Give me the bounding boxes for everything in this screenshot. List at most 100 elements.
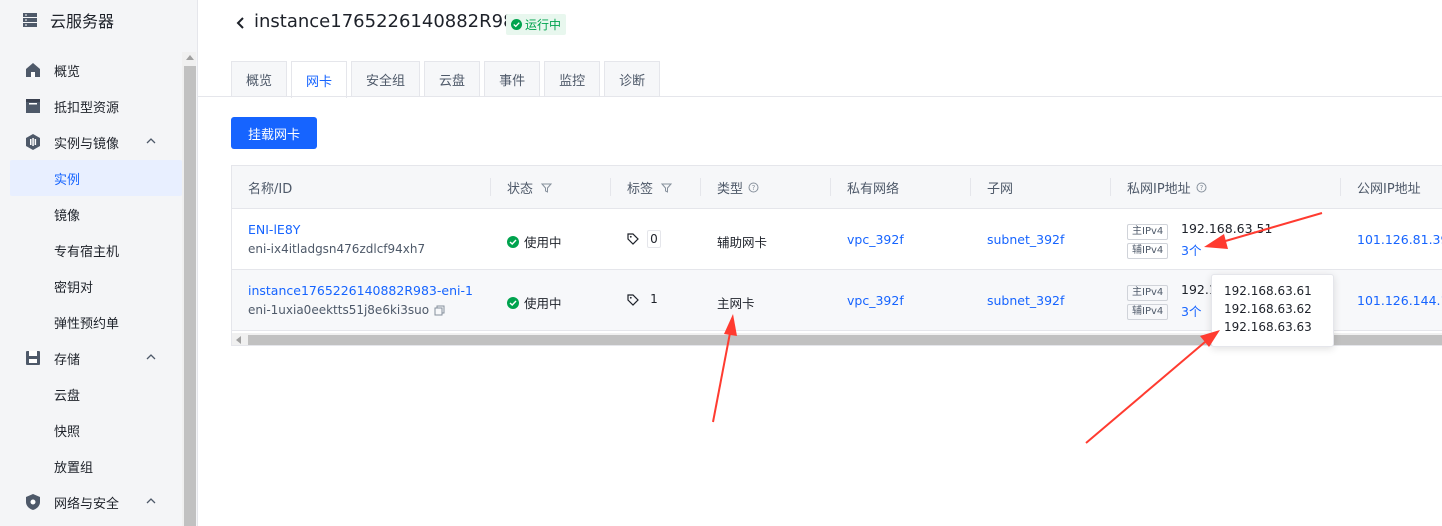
help-icon[interactable]: ?	[748, 182, 759, 193]
sidebar-item-deduction[interactable]: 抵扣型资源	[0, 88, 182, 124]
scroll-up-arrow-icon[interactable]	[186, 55, 194, 60]
sidebar-item-reservation[interactable]: 弹性预约单	[0, 304, 182, 340]
sidebar-item-cloud-disk[interactable]: 云盘	[0, 376, 182, 412]
shield-icon	[26, 494, 40, 510]
chevron-up-icon[interactable]	[146, 136, 156, 146]
column-header-name: 名称/ID	[248, 182, 293, 197]
secondary-ip-count-link[interactable]: 3个	[1181, 240, 1201, 259]
tab-cloud-disk[interactable]: 云盘	[424, 61, 481, 97]
secondary-ip-popover: 192.168.63.61 192.168.63.62 192.168.63.6…	[1211, 274, 1334, 347]
status-label: 运行中	[525, 18, 562, 32]
nic-tags[interactable]: 1	[627, 291, 661, 309]
nic-status: 使用中	[507, 232, 562, 251]
filter-icon[interactable]	[541, 182, 553, 193]
chevron-up-icon[interactable]	[146, 352, 156, 362]
column-header-status: 状态	[507, 166, 553, 209]
sidebar-item-label: 概览	[54, 64, 81, 80]
tag-count: 1	[650, 292, 658, 306]
sidebar-scrollbar-thumb[interactable]	[184, 66, 196, 526]
sidebar-item-label: 放置组	[54, 460, 94, 476]
column-divider	[970, 178, 971, 196]
ticket-icon	[26, 99, 40, 113]
scroll-left-arrow-icon[interactable]	[236, 336, 241, 344]
tab-monitoring[interactable]: 监控	[544, 61, 601, 97]
nic-tags[interactable]: 0	[627, 230, 661, 248]
sidebar-item-label: 抵扣型资源	[54, 100, 120, 116]
sidebar-item-instance[interactable]: 实例	[10, 160, 182, 196]
copy-icon[interactable]	[434, 305, 445, 316]
sidebar-item-network-security[interactable]: 网络与安全	[0, 484, 182, 520]
ip-chip-label: 主IPv4	[1127, 224, 1169, 240]
brand: 云服务器	[22, 8, 114, 32]
sidebar-item-label: 实例	[54, 172, 81, 188]
tab-label: 事件	[499, 74, 526, 89]
sidebar-item-dedicated-host[interactable]: 专有宿主机	[0, 232, 182, 268]
column-header-label: 类型	[717, 182, 744, 197]
sidebar-item-image[interactable]: 镜像	[0, 196, 182, 232]
popover-ip: 192.168.63.62	[1224, 302, 1312, 316]
filter-icon[interactable]	[661, 182, 673, 193]
nic-type: 主网卡	[717, 296, 755, 311]
column-divider	[830, 178, 831, 196]
tab-security-group[interactable]: 安全组	[351, 61, 421, 97]
column-header-vpc: 私有网络	[847, 182, 900, 197]
nic-id: eni-ix4itladgsn476zdlcf94xh7	[248, 242, 426, 256]
tab-divider	[198, 96, 1442, 97]
column-divider	[490, 178, 491, 196]
column-header-public-ip: 公网IP地址	[1357, 182, 1421, 197]
sidebar-item-overview[interactable]: 概览	[0, 52, 182, 88]
subnet-link[interactable]: subnet_392f	[987, 293, 1064, 308]
tab-bar: 概览 网卡 安全组 云盘 事件 监控 诊断	[231, 61, 664, 98]
column-divider	[1340, 178, 1341, 196]
sidebar-item-label: 弹性预约单	[54, 316, 120, 332]
check-circle-icon	[511, 19, 522, 30]
public-ip-link[interactable]: 101.126.144.194	[1357, 293, 1442, 308]
back-arrow-icon[interactable]	[234, 14, 248, 32]
nic-status: 使用中	[507, 293, 562, 312]
sidebar-item-storage[interactable]: 存储	[0, 340, 182, 376]
annotation-arrow	[1085, 330, 1220, 444]
home-icon	[26, 63, 40, 77]
sidebar-item-instance-image[interactable]: 实例与镜像	[0, 124, 182, 160]
tab-diagnosis[interactable]: 诊断	[604, 61, 661, 97]
secondary-ip-count-link[interactable]: 3个	[1181, 301, 1201, 320]
primary-ip: 192.168.63.51	[1181, 221, 1273, 236]
tab-overview[interactable]: 概览	[231, 61, 288, 97]
sidebar-menu: 概览 抵扣型资源 实例与镜像 实例 镜像 专有宿主机 密钥对 弹性预约单 存储 …	[0, 52, 182, 520]
primary-ipv4-chip: 主IPv4	[1127, 222, 1169, 240]
secondary-ipv4-chip: 辅IPv4	[1127, 241, 1169, 259]
ip-chip-label: 辅IPv4	[1127, 304, 1169, 320]
column-header-subnet: 子网	[987, 182, 1014, 197]
popover-ip: 192.168.63.61	[1224, 284, 1312, 298]
column-header-label: 状态	[507, 182, 534, 197]
sidebar-item-placement-group[interactable]: 放置组	[0, 448, 182, 484]
subnet-link[interactable]: subnet_392f	[987, 232, 1064, 247]
sidebar-item-keypair[interactable]: 密钥对	[0, 268, 182, 304]
secondary-ipv4-chip: 辅IPv4	[1127, 302, 1169, 320]
instance-icon	[26, 134, 40, 150]
ip-chip-label: 主IPv4	[1127, 285, 1169, 301]
public-ip-link[interactable]: 101.126.81.39	[1357, 232, 1442, 247]
vpc-link[interactable]: vpc_392f	[847, 232, 904, 247]
nic-status-label: 使用中	[524, 235, 562, 250]
column-header-label: 标签	[627, 182, 654, 197]
table-row: ENI-lE8Y eni-ix4itladgsn476zdlcf94xh7 使用…	[232, 209, 1442, 270]
popover-ip: 192.168.63.63	[1224, 320, 1312, 334]
tab-events[interactable]: 事件	[484, 61, 541, 97]
vpc-link[interactable]: vpc_392f	[847, 293, 904, 308]
ip-chip-label: 辅IPv4	[1127, 243, 1169, 259]
nic-name-link[interactable]: ENI-lE8Y	[248, 222, 300, 237]
svg-text:?: ?	[752, 184, 756, 192]
nic-id: eni-1uxia0eektts51j8e6ki3suo	[248, 303, 430, 317]
nic-type: 辅助网卡	[717, 235, 768, 250]
tab-label: 云盘	[439, 74, 466, 89]
tab-network-card[interactable]: 网卡	[291, 61, 348, 98]
table-header: 名称/ID 状态 标签 类型 ? 私有网络 子网 私网IP地址 ? 公网IP地址	[232, 166, 1442, 209]
help-icon[interactable]: ?	[1196, 182, 1207, 193]
chevron-up-icon[interactable]	[146, 496, 156, 506]
attach-nic-button[interactable]: 挂载网卡	[231, 117, 317, 149]
svg-text:?: ?	[1199, 184, 1203, 192]
nic-id-cell: eni-1uxia0eektts51j8e6ki3suo	[248, 303, 445, 317]
sidebar-item-snapshot[interactable]: 快照	[0, 412, 182, 448]
nic-name-link[interactable]: instance1765226140882R983-eni-1	[248, 283, 473, 298]
